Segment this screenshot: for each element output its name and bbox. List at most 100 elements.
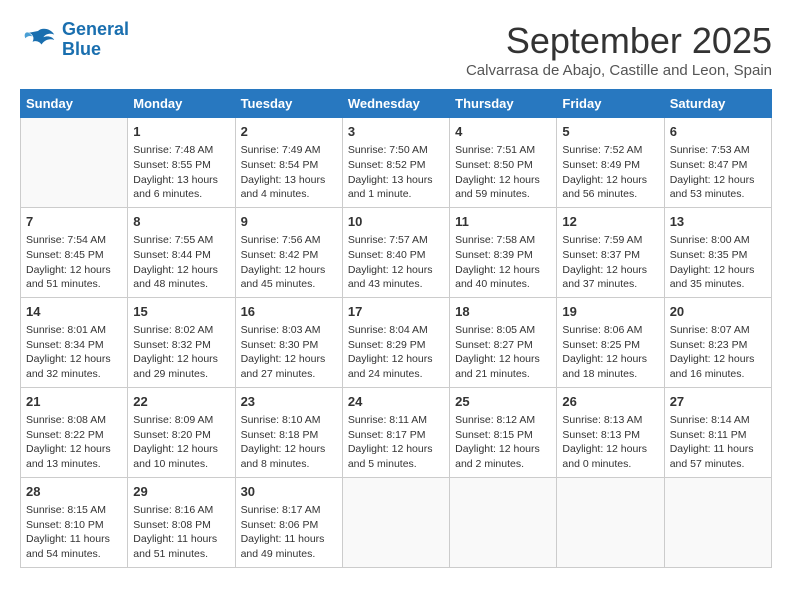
title-block: September 2025 Calvarrasa de Abajo, Cast… (466, 20, 772, 79)
day-info: Sunrise: 7:56 AM (241, 233, 337, 248)
day-info: Sunset: 8:35 PM (670, 248, 766, 263)
day-info: Daylight: 12 hours (26, 442, 122, 457)
day-info: Sunset: 8:44 PM (133, 248, 229, 263)
day-info: Sunset: 8:49 PM (562, 158, 658, 173)
table-row: 22Sunrise: 8:09 AMSunset: 8:20 PMDayligh… (128, 387, 235, 477)
table-row: 18Sunrise: 8:05 AMSunset: 8:27 PMDayligh… (450, 297, 557, 387)
table-row: 6Sunrise: 7:53 AMSunset: 8:47 PMDaylight… (664, 118, 771, 208)
day-info: Sunrise: 8:11 AM (348, 413, 444, 428)
day-info: Daylight: 12 hours (133, 442, 229, 457)
day-info: Sunset: 8:55 PM (133, 158, 229, 173)
calendar-header-row: Sunday Monday Tuesday Wednesday Thursday… (21, 90, 772, 118)
day-info: Sunset: 8:45 PM (26, 248, 122, 263)
day-info: and 48 minutes. (133, 277, 229, 292)
day-info: and 27 minutes. (241, 367, 337, 382)
day-number: 12 (562, 213, 658, 231)
header-wednesday: Wednesday (342, 90, 449, 118)
table-row: 24Sunrise: 8:11 AMSunset: 8:17 PMDayligh… (342, 387, 449, 477)
day-info: Sunrise: 7:50 AM (348, 143, 444, 158)
day-info: Daylight: 12 hours (562, 263, 658, 278)
table-row: 16Sunrise: 8:03 AMSunset: 8:30 PMDayligh… (235, 297, 342, 387)
day-number: 21 (26, 393, 122, 411)
table-row (557, 477, 664, 567)
day-info: Sunset: 8:23 PM (670, 338, 766, 353)
day-info: Sunrise: 8:10 AM (241, 413, 337, 428)
day-info: and 56 minutes. (562, 187, 658, 202)
day-info: Sunrise: 8:16 AM (133, 503, 229, 518)
day-info: Sunset: 8:54 PM (241, 158, 337, 173)
day-info: Sunrise: 8:00 AM (670, 233, 766, 248)
day-number: 24 (348, 393, 444, 411)
day-info: Sunset: 8:18 PM (241, 428, 337, 443)
day-info: Daylight: 12 hours (241, 263, 337, 278)
day-info: Sunset: 8:08 PM (133, 518, 229, 533)
table-row: 30Sunrise: 8:17 AMSunset: 8:06 PMDayligh… (235, 477, 342, 567)
day-number: 9 (241, 213, 337, 231)
day-info: Sunrise: 8:13 AM (562, 413, 658, 428)
location-subtitle: Calvarrasa de Abajo, Castille and Leon, … (466, 62, 772, 79)
day-info: and 57 minutes. (670, 457, 766, 472)
table-row: 8Sunrise: 7:55 AMSunset: 8:44 PMDaylight… (128, 207, 235, 297)
day-info: and 54 minutes. (26, 547, 122, 562)
day-info: Daylight: 12 hours (670, 263, 766, 278)
table-row: 12Sunrise: 7:59 AMSunset: 8:37 PMDayligh… (557, 207, 664, 297)
day-info: Sunset: 8:40 PM (348, 248, 444, 263)
day-info: Daylight: 12 hours (670, 352, 766, 367)
day-info: Daylight: 12 hours (241, 352, 337, 367)
table-row (21, 118, 128, 208)
day-info: Daylight: 12 hours (455, 442, 551, 457)
calendar-week-row: 1Sunrise: 7:48 AMSunset: 8:55 PMDaylight… (21, 118, 772, 208)
day-info: Daylight: 12 hours (670, 173, 766, 188)
day-info: and 53 minutes. (670, 187, 766, 202)
day-number: 17 (348, 303, 444, 321)
day-info: and 21 minutes. (455, 367, 551, 382)
day-number: 26 (562, 393, 658, 411)
day-info: and 18 minutes. (562, 367, 658, 382)
table-row: 10Sunrise: 7:57 AMSunset: 8:40 PMDayligh… (342, 207, 449, 297)
table-row: 5Sunrise: 7:52 AMSunset: 8:49 PMDaylight… (557, 118, 664, 208)
logo-line2: Blue (62, 39, 101, 59)
day-number: 25 (455, 393, 551, 411)
day-info: Daylight: 11 hours (670, 442, 766, 457)
table-row: 29Sunrise: 8:16 AMSunset: 8:08 PMDayligh… (128, 477, 235, 567)
calendar-week-row: 7Sunrise: 7:54 AMSunset: 8:45 PMDaylight… (21, 207, 772, 297)
day-info: Sunrise: 7:54 AM (26, 233, 122, 248)
day-info: Daylight: 12 hours (133, 263, 229, 278)
day-info: Daylight: 12 hours (348, 263, 444, 278)
header-monday: Monday (128, 90, 235, 118)
day-number: 15 (133, 303, 229, 321)
day-info: Daylight: 12 hours (455, 263, 551, 278)
day-info: Daylight: 12 hours (133, 352, 229, 367)
day-info: and 51 minutes. (133, 547, 229, 562)
day-number: 10 (348, 213, 444, 231)
day-number: 5 (562, 123, 658, 141)
day-info: and 13 minutes. (26, 457, 122, 472)
table-row: 23Sunrise: 8:10 AMSunset: 8:18 PMDayligh… (235, 387, 342, 477)
day-info: and 1 minute. (348, 187, 444, 202)
calendar-week-row: 14Sunrise: 8:01 AMSunset: 8:34 PMDayligh… (21, 297, 772, 387)
table-row: 4Sunrise: 7:51 AMSunset: 8:50 PMDaylight… (450, 118, 557, 208)
day-info: and 0 minutes. (562, 457, 658, 472)
table-row: 19Sunrise: 8:06 AMSunset: 8:25 PMDayligh… (557, 297, 664, 387)
day-number: 28 (26, 483, 122, 501)
day-info: Sunrise: 7:51 AM (455, 143, 551, 158)
table-row: 1Sunrise: 7:48 AMSunset: 8:55 PMDaylight… (128, 118, 235, 208)
day-info: Sunrise: 8:05 AM (455, 323, 551, 338)
header-friday: Friday (557, 90, 664, 118)
table-row: 2Sunrise: 7:49 AMSunset: 8:54 PMDaylight… (235, 118, 342, 208)
day-number: 8 (133, 213, 229, 231)
table-row: 7Sunrise: 7:54 AMSunset: 8:45 PMDaylight… (21, 207, 128, 297)
day-info: Sunset: 8:39 PM (455, 248, 551, 263)
day-info: Sunset: 8:06 PM (241, 518, 337, 533)
day-number: 22 (133, 393, 229, 411)
day-info: Sunset: 8:20 PM (133, 428, 229, 443)
day-info: Sunrise: 8:06 AM (562, 323, 658, 338)
day-number: 27 (670, 393, 766, 411)
day-info: Daylight: 12 hours (455, 352, 551, 367)
logo: General Blue (20, 20, 129, 60)
day-info: and 2 minutes. (455, 457, 551, 472)
day-number: 16 (241, 303, 337, 321)
day-info: Sunrise: 7:58 AM (455, 233, 551, 248)
day-info: Daylight: 12 hours (241, 442, 337, 457)
table-row: 13Sunrise: 8:00 AMSunset: 8:35 PMDayligh… (664, 207, 771, 297)
